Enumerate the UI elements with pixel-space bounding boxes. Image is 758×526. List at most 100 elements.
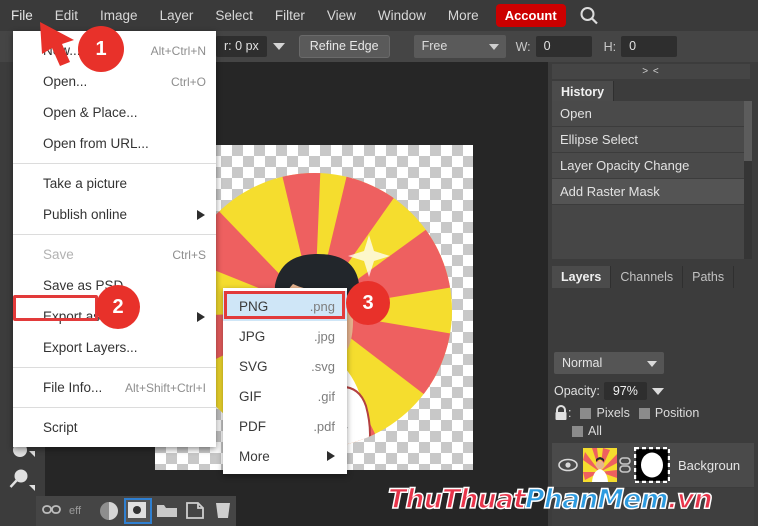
opacity-row: Opacity: 97%: [554, 382, 670, 400]
history-item[interactable]: Ellipse Select: [552, 127, 744, 153]
lock-all-row: All: [572, 424, 602, 438]
submenu-item-gif[interactable]: GIF .gif: [223, 381, 347, 411]
dock-collapse-button[interactable]: > <: [552, 64, 750, 79]
lock-pixels-checkbox[interactable]: [580, 408, 591, 419]
submenu-item-jpg[interactable]: JPG .jpg: [223, 321, 347, 351]
tab-history[interactable]: History: [552, 81, 614, 103]
history-item[interactable]: Open: [552, 101, 744, 127]
history-panel-tabs: History: [552, 81, 754, 103]
feather-caret-icon[interactable]: [273, 43, 285, 50]
link-icon[interactable]: [619, 456, 632, 474]
menu-filter[interactable]: Filter: [264, 0, 316, 31]
feather-field[interactable]: r: 0 px: [216, 36, 267, 57]
watermark-part-3: .vn: [668, 484, 712, 515]
file-menu-dropdown[interactable]: New... Alt+Ctrl+N Open... Ctrl+O Open & …: [13, 31, 216, 447]
menu-separator: [13, 407, 216, 408]
new-layer-icon[interactable]: [184, 500, 208, 522]
blend-mode-row: Normal: [554, 352, 664, 374]
submenu-item-svg[interactable]: SVG .svg: [223, 351, 347, 381]
menu-item-take-a-picture[interactable]: Take a picture: [13, 168, 216, 199]
height-input[interactable]: 0: [621, 36, 677, 57]
magnifier-paddle-icon[interactable]: [8, 466, 38, 496]
submenu-item-more[interactable]: More: [223, 441, 347, 471]
submenu-arrow-icon: [197, 210, 205, 220]
menu-bar: File Edit Image Layer Select Filter View…: [0, 0, 758, 31]
export-submenu[interactable]: PNG .png JPG .jpg SVG .svg GIF .gif PDF …: [223, 288, 347, 474]
blend-mode-select[interactable]: Normal: [554, 352, 664, 374]
menu-item-script[interactable]: Script: [13, 412, 216, 443]
menu-more[interactable]: More: [437, 0, 490, 31]
menu-item-open[interactable]: Open... Ctrl+O: [13, 66, 216, 97]
refine-edge-button[interactable]: Refine Edge: [299, 35, 390, 58]
opacity-label: Opacity:: [554, 384, 600, 398]
feather-unit: px: [246, 39, 259, 53]
lock-position-checkbox[interactable]: [639, 408, 650, 419]
adjustment-layer-icon[interactable]: [98, 500, 122, 522]
opacity-value[interactable]: 97%: [604, 382, 647, 400]
width-input[interactable]: 0: [536, 36, 592, 57]
layers-panel-footer: eff: [36, 496, 236, 526]
lock-label: :: [568, 406, 571, 420]
effects-icon[interactable]: eff: [69, 500, 93, 522]
menu-separator: [13, 163, 216, 164]
history-empty-area: [552, 205, 744, 259]
eye-icon[interactable]: [557, 457, 579, 473]
layer-row[interactable]: Backgroun: [552, 443, 754, 487]
delete-layer-icon[interactable]: [212, 500, 236, 522]
submenu-item-png[interactable]: PNG .png: [223, 291, 347, 321]
menu-separator: [13, 367, 216, 368]
menu-window[interactable]: Window: [367, 0, 437, 31]
menu-item-save: Save Ctrl+S: [13, 239, 216, 270]
layers-panel-tabs: Layers Channels Paths: [552, 266, 754, 288]
step-badge-1: 1: [78, 26, 124, 72]
lock-position-label: Position: [655, 406, 699, 420]
account-button[interactable]: Account: [496, 4, 566, 27]
layer-thumbnail[interactable]: [583, 448, 617, 482]
lock-icon: [554, 405, 568, 421]
menu-layer[interactable]: Layer: [149, 0, 205, 31]
lock-pixels-label: Pixels: [596, 406, 629, 420]
watermark: ThuThuatPhanMem.vn: [388, 484, 712, 515]
menu-item-open-place[interactable]: Open & Place...: [13, 97, 216, 128]
new-group-icon[interactable]: [155, 500, 179, 522]
right-dock: > < History Open Ellipse Select Layer Op…: [548, 62, 758, 526]
lock-all-checkbox[interactable]: [572, 426, 583, 437]
style-select[interactable]: Free: [414, 35, 506, 58]
watermark-part-1: ThuThuat: [388, 484, 525, 515]
history-item[interactable]: Layer Opacity Change: [552, 153, 744, 179]
chevron-down-icon: [489, 44, 499, 50]
blend-mode-value: Normal: [562, 356, 602, 370]
menu-select[interactable]: Select: [204, 0, 264, 31]
layer-mask-icon[interactable]: [126, 500, 150, 522]
step-badge-2: 2: [96, 285, 140, 329]
link-layers-icon[interactable]: [40, 500, 64, 522]
opacity-caret-icon[interactable]: [652, 388, 664, 395]
lock-all-label: All: [588, 424, 602, 438]
height-label: H:: [604, 40, 617, 54]
menu-item-file-info[interactable]: File Info... Alt+Shift+Ctrl+I: [13, 372, 216, 403]
tab-layers[interactable]: Layers: [552, 266, 611, 288]
step-badge-3: 3: [346, 281, 390, 325]
search-icon[interactable]: [578, 5, 600, 27]
feather-value: 0: [235, 39, 242, 53]
menu-item-publish-online[interactable]: Publish online: [13, 199, 216, 230]
chevron-down-icon: [647, 361, 657, 367]
tab-paths[interactable]: Paths: [683, 266, 734, 288]
submenu-item-pdf[interactable]: PDF .pdf: [223, 411, 347, 441]
tab-channels[interactable]: Channels: [611, 266, 683, 288]
history-scrollbar[interactable]: [744, 101, 752, 259]
photo-editor-window: File Edit Image Layer Select Filter View…: [0, 0, 758, 526]
feather-label: r:: [224, 39, 232, 53]
menu-item-open-from-url[interactable]: Open from URL...: [13, 128, 216, 159]
history-item[interactable]: Add Raster Mask: [552, 179, 744, 205]
menu-item-export-layers[interactable]: Export Layers...: [13, 332, 216, 363]
lock-row: : Pixels Position: [554, 405, 699, 421]
style-value: Free: [422, 39, 448, 53]
layer-name[interactable]: Backgroun: [678, 458, 740, 473]
layer-mask-thumbnail[interactable]: [634, 447, 670, 483]
history-list[interactable]: Open Ellipse Select Layer Opacity Change…: [552, 101, 744, 259]
submenu-arrow-icon: [327, 451, 335, 461]
menu-view[interactable]: View: [316, 0, 367, 31]
submenu-arrow-icon: [197, 312, 205, 322]
menu-separator: [13, 234, 216, 235]
